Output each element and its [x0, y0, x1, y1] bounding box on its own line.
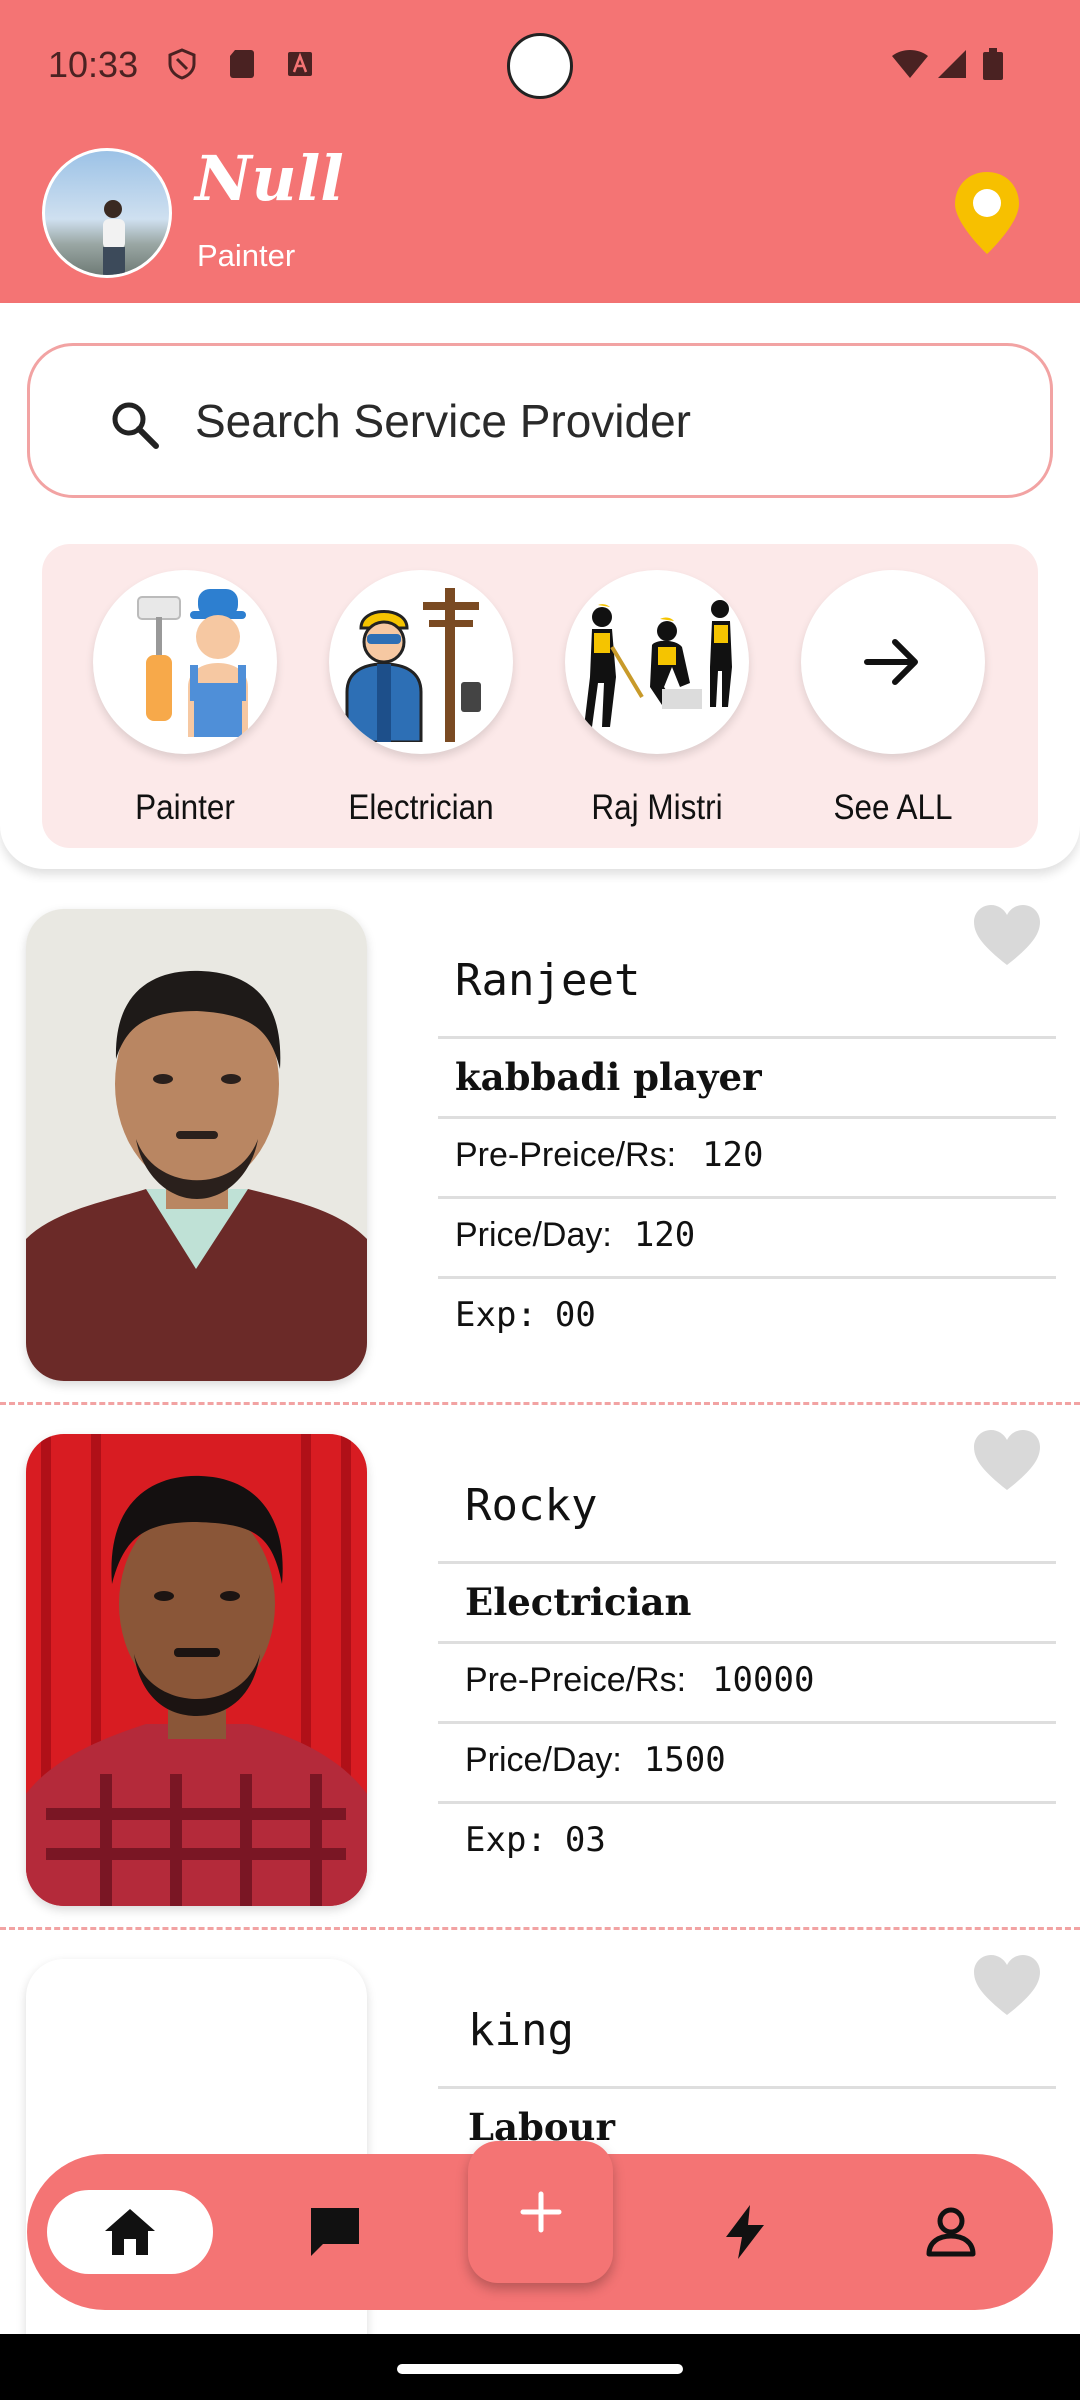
pre-price-value: 120: [702, 1135, 764, 1175]
divider: [438, 1801, 1056, 1804]
chat-icon: [311, 2208, 359, 2256]
exp-label: Exp:: [465, 1820, 547, 1860]
exp-value: 03: [564, 1820, 606, 1860]
pre-price-row: Pre-Preice/Rs: 10000: [465, 1660, 814, 1700]
divider: [438, 1276, 1056, 1279]
price-day-value: 120: [633, 1215, 696, 1255]
category-panel: Painter Electrician Raj Mistri See ALL: [42, 544, 1038, 848]
category-circle: [801, 570, 985, 754]
divider: [438, 1196, 1056, 1199]
camera-cutout: [507, 33, 573, 99]
electrician-icon: [345, 588, 481, 742]
category-circle: [329, 570, 513, 754]
user-role: Painter: [197, 238, 296, 273]
nav-home-button[interactable]: [47, 2190, 213, 2274]
provider-name: Rocky: [465, 1480, 598, 1531]
pre-price-row: Pre-Preice/Rs: 120: [455, 1135, 763, 1175]
exp-value: 00: [554, 1295, 596, 1335]
divider: [438, 1116, 1056, 1119]
provider-photo-image: [26, 909, 367, 1381]
search-icon: [112, 402, 159, 449]
heart-icon[interactable]: [972, 1428, 1042, 1492]
exp-label: Exp:: [455, 1295, 537, 1335]
provider-photo: [26, 909, 367, 1381]
price-day-row: Price/Day: 1500: [465, 1740, 726, 1780]
home-indicator[interactable]: [397, 2364, 683, 2374]
nav-chat-button[interactable]: [293, 2190, 377, 2274]
painter-icon: [137, 589, 248, 737]
price-day-label: Price/Day:: [465, 1741, 622, 1779]
battery-icon: [983, 48, 1003, 80]
exp-row: Exp: 03: [465, 1820, 606, 1860]
provider-photo: [26, 1434, 367, 1906]
profile-avatar[interactable]: [42, 148, 172, 278]
divider: [438, 2086, 1056, 2089]
add-icon: [520, 2191, 561, 2233]
pre-price-value: 10000: [712, 1660, 815, 1700]
home-icon: [105, 2209, 155, 2255]
profile-icon: [926, 2207, 976, 2257]
text-a-icon: [288, 52, 312, 76]
provider-title: kabbadi player: [455, 1055, 762, 1099]
category-circle: [565, 570, 749, 754]
person-photo: [103, 200, 125, 275]
category-painter[interactable]: Painter: [85, 570, 285, 828]
search-bar[interactable]: [27, 343, 1053, 498]
flash-icon: [726, 2205, 764, 2259]
divider: [438, 1561, 1056, 1564]
provider-name: Ranjeet: [455, 955, 641, 1006]
location-pin-icon[interactable]: [952, 170, 1022, 256]
provider-photo-image: [26, 1434, 367, 1906]
pre-price-label: Pre-Preice/Rs:: [455, 1136, 677, 1174]
shield-icon: [168, 48, 196, 80]
provider-card[interactable]: Ranjeet kabbadi player Pre-Preice/Rs: 12…: [0, 883, 1080, 1405]
provider-name: king: [468, 2005, 574, 2056]
divider: [438, 1641, 1056, 1644]
search-input[interactable]: [195, 386, 1015, 456]
price-day-row: Price/Day: 120: [455, 1215, 695, 1255]
provider-title: Electrician: [465, 1580, 692, 1624]
pre-price-label: Pre-Preice/Rs:: [465, 1661, 687, 1699]
nav-flash-button[interactable]: [703, 2190, 787, 2274]
arrow-right-icon: [864, 639, 918, 685]
status-bar: 10:33: [0, 0, 1080, 130]
category-raj-mistri[interactable]: Raj Mistri: [557, 570, 757, 828]
category-label: Painter: [135, 788, 235, 827]
signal-icon: [938, 50, 966, 78]
provider-card[interactable]: Rocky Electrician Pre-Preice/Rs: 10000 P…: [0, 1408, 1080, 1930]
category-label: Electrician: [348, 788, 494, 827]
heart-icon[interactable]: [972, 1953, 1042, 2017]
category-label: See ALL: [833, 788, 953, 827]
category-label: Raj Mistri: [591, 788, 723, 827]
add-button[interactable]: [468, 2141, 613, 2283]
status-time: 10:33: [48, 44, 139, 85]
nav-profile-button[interactable]: [909, 2190, 993, 2274]
heart-icon[interactable]: [972, 903, 1042, 967]
price-day-label: Price/Day:: [455, 1216, 612, 1254]
category-see-all[interactable]: See ALL: [793, 570, 993, 828]
exp-row: Exp: 00: [455, 1295, 596, 1335]
category-circle: [93, 570, 277, 754]
user-name: Null: [195, 142, 344, 215]
divider: [438, 1721, 1056, 1724]
sd-card-icon: [230, 50, 254, 78]
construction-workers-icon: [584, 600, 732, 727]
wifi-icon: [892, 50, 928, 78]
price-day-value: 1500: [643, 1740, 726, 1780]
category-electrician[interactable]: Electrician: [321, 570, 521, 828]
app-header: 10:33 Null Painter: [0, 0, 1080, 303]
system-gesture-bar: [0, 2334, 1080, 2400]
divider: [438, 1036, 1056, 1039]
